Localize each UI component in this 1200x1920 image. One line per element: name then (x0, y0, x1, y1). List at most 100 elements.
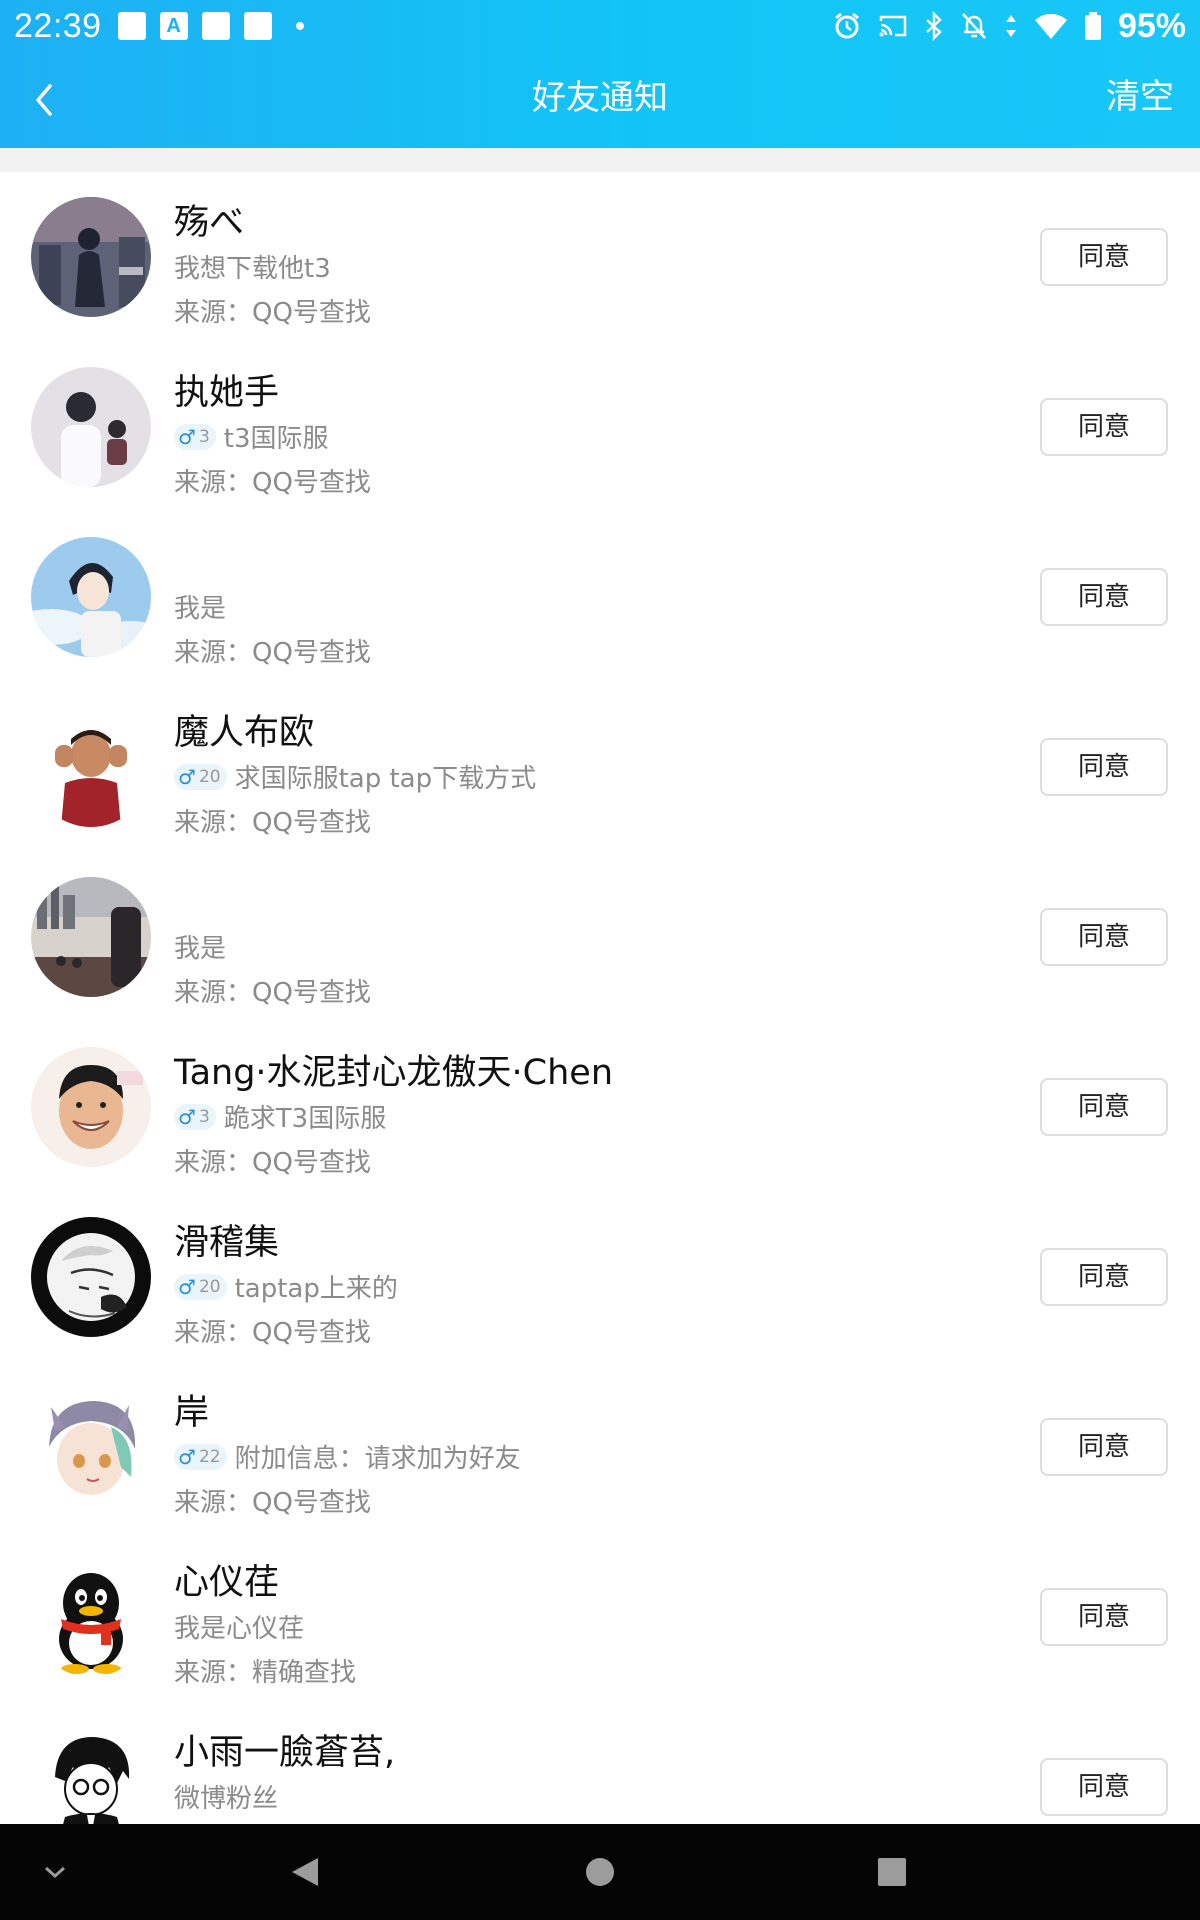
home-circle-icon (586, 1858, 614, 1886)
request-message: ♂ 20 taptap上来的 (174, 1268, 398, 1305)
agree-button[interactable]: 同意 (1040, 1758, 1168, 1816)
system-navigation-bar (0, 1824, 1200, 1920)
avatar-image (31, 877, 151, 997)
gender-age-badge: ♂ 20 (174, 1273, 227, 1300)
friend-request-item[interactable]: 执她手 ♂ 3 t3国际服 来源：QQ号查找 同意 (0, 342, 1200, 512)
requester-name: 心仪荏 (174, 1563, 280, 1603)
agree-button[interactable]: 同意 (1040, 228, 1168, 286)
friend-request-item[interactable]: 心仪荏 我是心仪荏 来源：精确查找 同意 (0, 1532, 1200, 1702)
status-right-icons: 95% (832, 0, 1186, 52)
friend-request-item[interactable]: 我是 来源：QQ号查找 同意 (0, 852, 1200, 1022)
request-source: 来源：QQ号查找 (174, 978, 371, 1008)
agree-button[interactable]: 同意 (1040, 1248, 1168, 1306)
agree-button[interactable]: 同意 (1040, 398, 1168, 456)
agree-button[interactable]: 同意 (1040, 1078, 1168, 1136)
gender-age-badge: ♂ 20 (174, 763, 227, 790)
request-message-text: 我想下载他t3 (174, 254, 331, 284)
notification-icon (117, 12, 146, 40)
avatar-image (31, 197, 151, 317)
agree-button[interactable]: 同意 (1040, 738, 1168, 796)
recents-square-icon (878, 1858, 906, 1886)
friend-request-list[interactable]: 殇べ 我想下载他t3 来源：QQ号查找 同意 执她手 ♂ 3 t3国际服 来源：… (0, 172, 1200, 1872)
avatar[interactable] (31, 1217, 151, 1337)
avatar-image (31, 1217, 151, 1337)
request-message: 我想下载他t3 (174, 248, 331, 285)
agree-button[interactable]: 同意 (1040, 908, 1168, 966)
notification-icon (243, 12, 272, 40)
app-screen: 22:39 A 95% 好友通知 清空 殇べ 我想下载他t3 来源：QQ号查找 … (0, 0, 1200, 1920)
avatar-image (31, 1387, 151, 1507)
requester-name: 小雨一臉蒼苔, (174, 1733, 396, 1773)
avatar[interactable] (31, 1387, 151, 1507)
avatar[interactable] (31, 1557, 151, 1677)
request-message-text: 附加信息：请求加为好友 (234, 1444, 521, 1474)
back-arrow-icon (36, 84, 52, 116)
data-arrows-icon (1005, 15, 1016, 37)
battery-percentage: 95% (1117, 6, 1186, 45)
alarm-icon (835, 12, 859, 39)
request-message: ♂ 20 求国际服tap tap下载方式 (174, 758, 536, 795)
request-source: 来源：QQ号查找 (174, 1318, 371, 1348)
chevron-down-icon (45, 1866, 65, 1879)
gender-age-badge: ♂ 3 (174, 1103, 216, 1130)
request-message-text: 我是 (174, 594, 227, 624)
system-home-button[interactable] (575, 1824, 625, 1920)
friend-request-item[interactable]: 我是 来源：QQ号查找 同意 (0, 512, 1200, 682)
request-message-text: 我是 (174, 934, 227, 964)
request-message: 我是 (174, 928, 226, 965)
request-message: ♂ 3 跪求T3国际服 (174, 1098, 386, 1135)
avatar[interactable] (31, 1047, 151, 1167)
male-icon: ♂ (178, 1274, 196, 1299)
system-back-button[interactable] (280, 1824, 330, 1920)
hide-keyboard-button[interactable] (30, 1824, 80, 1920)
friend-request-item[interactable]: 滑稽集 ♂ 20 taptap上来的 来源：QQ号查找 同意 (0, 1192, 1200, 1362)
avatar[interactable] (31, 707, 151, 827)
friend-request-item[interactable]: 殇べ 我想下载他t3 来源：QQ号查找 同意 (0, 172, 1200, 342)
request-message-text: 求国际服tap tap下载方式 (234, 764, 537, 794)
friend-request-item[interactable]: 岸 ♂ 22 附加信息：请求加为好友 来源：QQ号查找 同意 (0, 1362, 1200, 1532)
back-button[interactable] (26, 76, 66, 124)
gender-age-badge: ♂ 3 (174, 423, 216, 450)
request-message: 我是心仪荏 (174, 1608, 304, 1645)
male-icon: ♂ (178, 424, 196, 449)
friend-request-item[interactable]: 魔人布欧 ♂ 20 求国际服tap tap下载方式 来源：QQ号查找 同意 (0, 682, 1200, 852)
avatar[interactable] (31, 197, 151, 317)
requester-name: 岸 (174, 1393, 210, 1433)
age: 3 (198, 1106, 210, 1127)
age: 3 (198, 426, 210, 447)
avatar-image (31, 537, 151, 657)
request-message-text: 微博粉丝 (174, 1784, 279, 1814)
request-message-text: 我是心仪荏 (174, 1614, 305, 1644)
triangle-back-icon (292, 1858, 318, 1886)
request-source: 来源：QQ号查找 (174, 298, 371, 328)
avatar[interactable] (31, 537, 151, 657)
font-notification-icon: A (159, 12, 188, 40)
requester-name: 滑稽集 (174, 1223, 280, 1263)
nav-bar: 好友通知 清空 (0, 52, 1200, 148)
male-icon: ♂ (178, 764, 196, 789)
male-icon: ♂ (178, 1444, 196, 1469)
request-source: 来源：QQ号查找 (174, 1488, 371, 1518)
system-recents-button[interactable] (867, 1824, 917, 1920)
clear-button[interactable]: 清空 (1106, 52, 1174, 148)
avatar-image (31, 367, 151, 487)
friend-request-item[interactable]: Tang·水泥封心龙傲天·Chen ♂ 3 跪求T3国际服 来源：QQ号查找 同… (0, 1022, 1200, 1192)
agree-button[interactable]: 同意 (1040, 568, 1168, 626)
avatar[interactable] (31, 877, 151, 997)
agree-button[interactable]: 同意 (1040, 1588, 1168, 1646)
battery-icon (1084, 12, 1101, 40)
avatar[interactable] (31, 367, 151, 487)
status-time: 22:39 (14, 6, 102, 45)
notification-icons: A (117, 12, 304, 40)
qq-penguin-icon (31, 1557, 151, 1677)
header: 22:39 A 95% 好友通知 清空 (0, 0, 1200, 148)
male-icon: ♂ (178, 1104, 196, 1129)
request-message-text: t3国际服 (223, 424, 329, 454)
requester-name: 魔人布欧 (174, 713, 315, 753)
agree-button[interactable]: 同意 (1040, 1418, 1168, 1476)
requester-name: 执她手 (174, 373, 280, 413)
avatar-image (31, 707, 151, 827)
status-bar: 22:39 A 95% (0, 0, 1200, 52)
age: 20 (198, 766, 221, 787)
more-notifications-dot-icon (295, 22, 304, 30)
